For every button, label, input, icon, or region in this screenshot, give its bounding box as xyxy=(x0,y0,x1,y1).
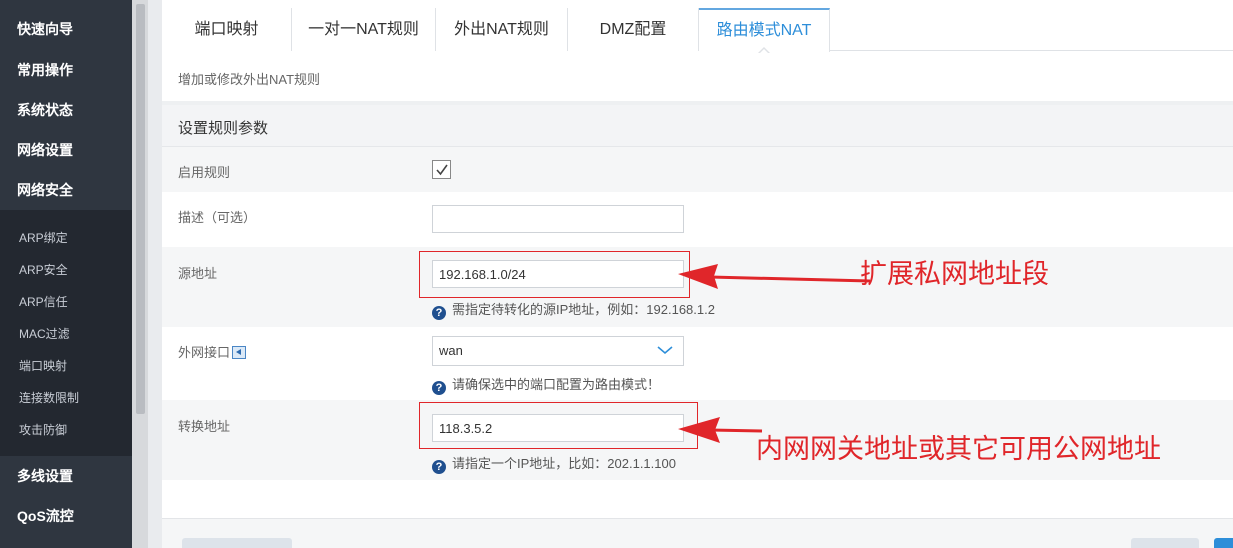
arrow-left-icon xyxy=(678,417,763,443)
sidebar-item-qos[interactable]: QoS流控 xyxy=(0,496,132,536)
enable-rule-checkbox[interactable] xyxy=(432,160,451,179)
sidebar-top-group: 快速向导 常用操作 系统状态 网络设置 网络安全 xyxy=(0,0,132,210)
footer-primary-button[interactable] xyxy=(1214,538,1233,548)
sidebar-subitem-attack-defense[interactable]: 攻击防御 xyxy=(0,414,132,446)
help-icon: ? xyxy=(432,381,446,395)
page-description: 增加或修改外出NAT规则 xyxy=(178,72,321,87)
description-label: 描述（可选） xyxy=(178,210,257,225)
footer-right-button[interactable] xyxy=(1131,538,1199,548)
wan-interface-hint: ? 请确保选中的端口配置为路由模式！ xyxy=(432,374,660,395)
annotation-box-source xyxy=(419,251,690,298)
sidebar-item-network-settings[interactable]: 网络设置 xyxy=(0,130,132,170)
tab-routing-mode-nat[interactable]: 路由模式NAT xyxy=(699,8,830,54)
tab-one-to-one-nat[interactable]: 一对一NAT规则 xyxy=(292,8,436,51)
sidebar-item-multiline[interactable]: 多线设置 xyxy=(0,456,132,496)
sidebar-subitem-arp-trust[interactable]: ARP信任 xyxy=(0,286,132,318)
sidebar-bottom-group: 多线设置 QoS流控 xyxy=(0,456,132,536)
footer-bar xyxy=(162,519,1233,548)
scrollbar-thumb[interactable] xyxy=(136,4,145,414)
wan-interface-hint-text: 请确保选中的端口配置为路由模式！ xyxy=(452,377,661,392)
translate-address-hint: ? 请指定一个IP地址，比如：202.1.1.100 xyxy=(432,453,676,474)
help-icon: ? xyxy=(432,460,446,474)
wan-interface-label-text: 外网接口 xyxy=(178,345,231,360)
enable-rule-label: 启用规则 xyxy=(178,165,231,180)
sidebar-subitem-arp-binding[interactable]: ARP绑定 xyxy=(0,222,132,254)
sidebar-subitem-arp-security[interactable]: ARP安全 xyxy=(0,254,132,286)
row-description: 描述（可选） xyxy=(162,192,1233,247)
help-icon: ? xyxy=(432,306,446,320)
row-wan-interface: 外网接口 wan ? 请确保选中的端口配置为路由模式！ xyxy=(162,327,1233,400)
source-address-hint-text: 需指定待转化的源IP地址，例如：192.168.1.2 xyxy=(452,302,715,317)
section-title: 设置规则参数 xyxy=(178,120,269,137)
row-enable-rule: 启用规则 xyxy=(162,147,1233,192)
arrow-left-icon xyxy=(678,264,871,289)
sidebar-subitem-mac-filter[interactable]: MAC过滤 xyxy=(0,318,132,350)
wan-interface-value: wan xyxy=(439,343,463,358)
tab-bar: 端口映射 一对一NAT规则 外出NAT规则 DMZ配置 路由模式NAT xyxy=(162,8,1233,54)
interface-back-icon[interactable] xyxy=(232,346,247,359)
sidebar-item-quick-guide[interactable]: 快速向导 xyxy=(0,0,132,50)
sidebar-submenu: ARP绑定 ARP安全 ARP信任 MAC过滤 端口映射 连接数限制 攻击防御 xyxy=(0,210,132,456)
annotation-translate-note: 内网网关地址或其它可用公网地址 xyxy=(756,434,1161,465)
translate-address-hint-text: 请指定一个IP地址，比如：202.1.1.100 xyxy=(452,456,676,471)
chevron-down-icon xyxy=(657,346,673,355)
translate-address-label: 转换地址 xyxy=(178,419,231,434)
section-header: 设置规则参数 xyxy=(162,105,1233,147)
source-address-hint: ? 需指定待转化的源IP地址，例如：192.168.1.2 xyxy=(432,299,715,320)
tab-dmz[interactable]: DMZ配置 xyxy=(568,8,699,51)
sidebar: 快速向导 常用操作 系统状态 网络设置 网络安全 ARP绑定 ARP安全 ARP… xyxy=(0,0,132,548)
sidebar-subitem-port-mapping[interactable]: 端口映射 xyxy=(0,350,132,382)
tab-outbound-nat[interactable]: 外出NAT规则 xyxy=(436,8,568,51)
footer-left-button[interactable] xyxy=(182,538,292,548)
wan-interface-label: 外网接口 xyxy=(178,342,247,361)
check-icon xyxy=(436,164,448,176)
annotation-box-translate xyxy=(419,402,698,449)
description-input[interactable] xyxy=(432,205,684,233)
tab-port-mapping[interactable]: 端口映射 xyxy=(162,8,292,51)
sidebar-item-system-status[interactable]: 系统状态 xyxy=(0,90,132,130)
source-address-label: 源地址 xyxy=(178,266,218,281)
sidebar-subitem-connection-limit[interactable]: 连接数限制 xyxy=(0,382,132,414)
annotation-source-note: 扩展私网地址段 xyxy=(860,259,1049,290)
wan-interface-select[interactable]: wan xyxy=(432,336,684,366)
sidebar-item-common-ops[interactable]: 常用操作 xyxy=(0,50,132,90)
sidebar-item-network-security[interactable]: 网络安全 xyxy=(0,170,132,210)
